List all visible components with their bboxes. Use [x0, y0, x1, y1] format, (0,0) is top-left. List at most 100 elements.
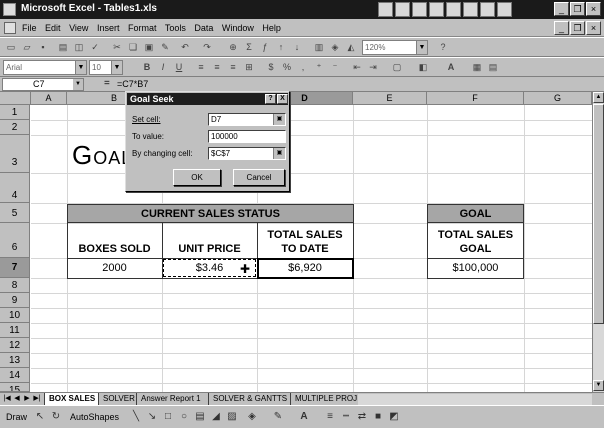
tab-solver[interactable]: SOLVER — [98, 393, 139, 405]
office-app-icon[interactable] — [463, 2, 478, 17]
cancel-button[interactable]: Cancel — [233, 169, 285, 186]
vertical-scrollbar[interactable]: ▲ ▼ — [592, 92, 604, 392]
chevron-down-icon[interactable]: ▼ — [73, 79, 83, 90]
map-icon[interactable]: ◈ — [328, 41, 342, 54]
scroll-thumb[interactable] — [593, 104, 604, 324]
arrow-style-icon[interactable]: ⇄ — [356, 411, 368, 423]
total-sales-header-line1[interactable]: TOTAL SALES — [257, 229, 353, 241]
fill-color-icon[interactable]: ◈ — [246, 411, 258, 423]
total-sales-goal-label-line2[interactable]: GOAL — [427, 243, 524, 255]
office-app-icon[interactable] — [378, 2, 393, 17]
function-icon[interactable]: ƒ — [258, 41, 272, 54]
tab-answer-report-1[interactable]: Answer Report 1 — [136, 393, 205, 405]
goal-value[interactable]: $100,000 — [427, 262, 524, 274]
column-header-g[interactable]: G — [524, 92, 592, 105]
select-objects-icon[interactable]: ↖ — [34, 411, 46, 423]
hyperlink-icon[interactable]: ⊕ — [226, 41, 240, 54]
total-sales-value[interactable]: $6,920 — [257, 262, 353, 274]
chevron-down-icon[interactable]: ▼ — [416, 41, 427, 54]
spelling-icon[interactable]: ✓ — [88, 41, 102, 54]
menu-format[interactable]: Format — [128, 23, 157, 33]
tab-solver-gantts[interactable]: SOLVER & GANTTS — [208, 393, 291, 405]
oval-icon[interactable]: ○ — [178, 411, 190, 423]
select-all-corner[interactable] — [0, 92, 31, 105]
increase-indent-icon[interactable]: ⇥ — [366, 61, 380, 74]
collapse-dialog-icon[interactable]: ▣ — [273, 114, 285, 125]
save-icon[interactable]: ▪ — [36, 41, 50, 54]
chevron-down-icon[interactable]: ▼ — [75, 61, 86, 74]
office-app-icon[interactable] — [395, 2, 410, 17]
collapse-dialog-icon[interactable]: ▣ — [273, 148, 285, 159]
decrease-indent-icon[interactable]: ⇤ — [350, 61, 364, 74]
last-sheet-icon[interactable]: ▶| — [32, 394, 42, 404]
total-sales-header-line2[interactable]: TO DATE — [257, 243, 353, 255]
sort-descending-icon[interactable]: ↓ — [290, 41, 304, 54]
font-combo[interactable]: Arial ▼ — [3, 60, 87, 75]
merge-center-icon[interactable]: ⊞ — [242, 61, 256, 74]
chevron-down-icon[interactable]: ▼ — [111, 61, 122, 74]
changing-cell-input[interactable]: $C$7 ▣ — [208, 147, 286, 160]
menu-edit[interactable]: Edit — [45, 23, 61, 33]
comma-icon[interactable]: , — [296, 61, 310, 74]
row-header-9[interactable]: 9 — [0, 293, 30, 308]
worksheet-grid[interactable]: A B C D E F G 1 2 3 4 5 6 7 8 9 10 11 12… — [0, 92, 592, 392]
office-app-icon[interactable] — [412, 2, 427, 17]
total-sales-goal-label-line1[interactable]: TOTAL SALES — [427, 229, 524, 241]
decrease-decimal-icon[interactable]: ⁻ — [328, 61, 342, 74]
row-header-14[interactable]: 14 — [0, 368, 30, 383]
print-preview-icon[interactable]: ◫ — [72, 41, 86, 54]
restore-button[interactable]: ❐ — [570, 2, 585, 16]
percent-icon[interactable]: % — [280, 61, 294, 74]
tab-box-sales[interactable]: BOX SALES — [44, 393, 100, 405]
workbook-restore-button[interactable]: ❐ — [570, 21, 585, 35]
column-header-e[interactable]: E — [353, 92, 427, 105]
menu-file[interactable]: File — [22, 23, 37, 33]
office-assistant-icon[interactable]: ? — [436, 41, 450, 54]
equals-sign[interactable]: = — [104, 78, 110, 89]
line-style-icon[interactable]: ≡ — [324, 411, 336, 423]
scroll-down-icon[interactable]: ▼ — [593, 380, 604, 391]
row-header-1[interactable]: 1 — [0, 105, 30, 120]
column-header-a[interactable]: A — [31, 92, 67, 105]
row-header-11[interactable]: 11 — [0, 323, 30, 338]
arrow-icon[interactable]: ↘ — [146, 411, 158, 423]
menu-insert[interactable]: Insert — [97, 23, 120, 33]
align-right-icon[interactable]: ≡ — [226, 61, 240, 74]
toolbar-extra-icon[interactable]: ▦ — [470, 61, 484, 74]
autosum-icon[interactable]: Σ — [242, 41, 256, 54]
borders-icon[interactable]: ▢ — [390, 61, 404, 74]
free-rotate-icon[interactable]: ↻ — [50, 411, 62, 423]
toolbar-options-icon[interactable]: ▤ — [486, 61, 500, 74]
office-app-icon[interactable] — [429, 2, 444, 17]
close-button[interactable]: × — [586, 2, 601, 16]
boxes-sold-header[interactable]: BOXES SOLD — [67, 243, 162, 255]
workbook-icon[interactable] — [4, 22, 16, 34]
align-left-icon[interactable]: ≡ — [194, 61, 208, 74]
rectangle-icon[interactable]: □ — [162, 411, 174, 423]
increase-decimal-icon[interactable]: ⁺ — [312, 61, 326, 74]
sales-status-header[interactable]: CURRENT SALES STATUS — [67, 204, 354, 223]
row-header-2[interactable]: 2 — [0, 120, 30, 135]
workbook-minimize-button[interactable]: _ — [554, 21, 569, 35]
cut-icon[interactable]: ✂ — [110, 41, 124, 54]
3d-icon[interactable]: ◩ — [388, 411, 400, 423]
formula-input[interactable]: =C7*B7 — [117, 79, 148, 89]
chart-wizard-icon[interactable]: ▥ — [312, 41, 326, 54]
open-icon[interactable]: ▱ — [20, 41, 34, 54]
prev-sheet-icon[interactable]: ◀ — [12, 394, 22, 404]
sort-ascending-icon[interactable]: ↑ — [274, 41, 288, 54]
menu-view[interactable]: View — [69, 23, 88, 33]
draw-menu[interactable]: Draw — [6, 412, 27, 422]
name-box[interactable]: C7 ▼ — [2, 78, 84, 91]
unit-price-header[interactable]: UNIT PRICE — [162, 243, 257, 255]
horizontal-scrollbar[interactable] — [358, 394, 592, 405]
undo-icon[interactable]: ↶ — [178, 41, 192, 54]
first-sheet-icon[interactable]: |◀ — [2, 394, 12, 404]
goal-header[interactable]: GOAL — [427, 204, 524, 223]
copy-icon[interactable]: ❏ — [126, 41, 140, 54]
menu-data[interactable]: Data — [194, 23, 213, 33]
row-header-4[interactable]: 4 — [0, 173, 30, 203]
row-header-7[interactable]: 7 — [0, 258, 30, 278]
dialog-close-button[interactable]: X — [277, 94, 288, 104]
bold-icon[interactable]: B — [140, 61, 154, 74]
